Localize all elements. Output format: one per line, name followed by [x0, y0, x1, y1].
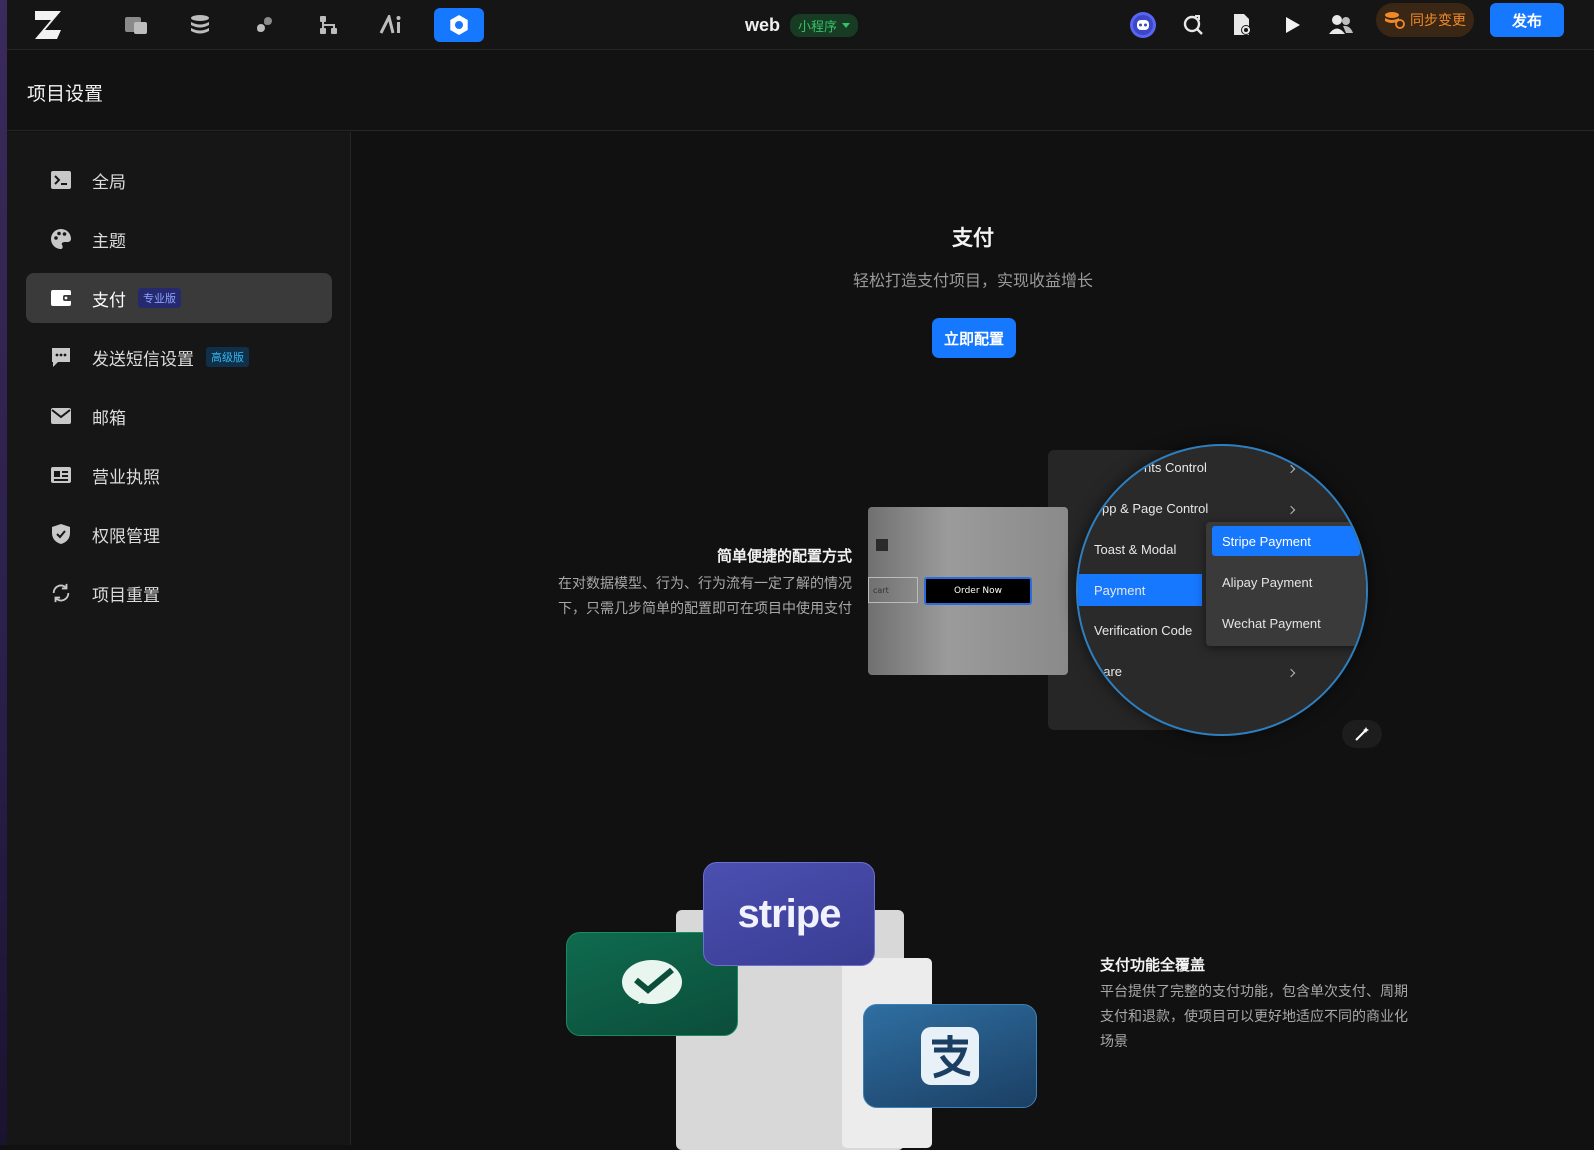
- sidebar-item-label: 全局: [92, 172, 126, 193]
- mock-cart-label: cart: [873, 585, 889, 595]
- platform-badge[interactable]: 小程序: [790, 13, 859, 37]
- sidebar-item-label: 发送短信设置: [92, 349, 194, 370]
- reset-icon: [50, 582, 72, 604]
- sidebar-item-permissions[interactable]: 权限管理: [26, 509, 332, 559]
- mock-swatch: [876, 539, 888, 551]
- project-title[interactable]: web 小程序: [745, 8, 859, 42]
- payment-providers-illustration: stripe: [566, 862, 1046, 1150]
- stripe-card: stripe: [703, 862, 875, 966]
- play-icon[interactable]: [1275, 8, 1309, 42]
- publish-button[interactable]: 发布: [1490, 3, 1564, 37]
- sidebar-item-label: 项目重置: [92, 585, 160, 606]
- section-title: 支付: [952, 226, 994, 250]
- settings-sidebar: 全局 主题 支付 专业版 发送短信设置 高级版 邮箱 营业执照 权限管理 项目重…: [7, 132, 351, 1145]
- sidebar-item-mail[interactable]: 邮箱: [26, 391, 332, 441]
- section-subtitle: 轻松打造支付项目，实现收益增长: [852, 271, 1093, 290]
- menu-magnifier: nts Control pp & Page Control Toast & Mo…: [1076, 444, 1368, 736]
- pro-badge: 专业版: [138, 288, 181, 308]
- terminal-icon: [50, 169, 72, 191]
- menu-item: Toast & Modal: [1094, 542, 1177, 557]
- palette-icon: [50, 228, 72, 250]
- mock-order-button: Order Now: [924, 577, 1032, 605]
- payment-submenu: Stripe Payment Alipay Payment Wechat Pay…: [1206, 522, 1366, 646]
- project-name: web: [745, 14, 781, 35]
- wechat-pay-icon: [622, 960, 682, 1004]
- window-edge: [0, 0, 7, 1145]
- top-toolbar: web 小程序 同步变更 发布: [7, 0, 1594, 50]
- wallet-icon: [50, 287, 72, 309]
- magic-wand-icon: [1342, 720, 1382, 748]
- chevron-right-icon: [1286, 668, 1296, 678]
- file-settings-icon[interactable]: [1225, 8, 1259, 42]
- page-header: 项目设置: [7, 51, 1594, 131]
- mock-cart-button: cart: [868, 577, 918, 603]
- page-title: 项目设置: [27, 83, 104, 105]
- sidebar-item-payment[interactable]: 支付 专业版: [26, 273, 332, 323]
- sync-changes-button[interactable]: 同步变更: [1376, 3, 1474, 37]
- users-icon[interactable]: [1324, 8, 1358, 42]
- config-illustration: cart Order Now nts Control pp & Page Con…: [868, 444, 1408, 750]
- license-icon: [50, 464, 72, 486]
- database-icon[interactable]: [183, 8, 217, 42]
- workflow-icon[interactable]: [311, 8, 345, 42]
- database-sync-icon: [1385, 12, 1405, 29]
- pages-icon[interactable]: [119, 8, 153, 42]
- menu-item: pp & Page Control: [1102, 501, 1209, 516]
- submenu-item: Alipay Payment: [1222, 574, 1313, 590]
- chevron-right-icon: [1286, 505, 1296, 515]
- sidebar-item-label: 主题: [92, 231, 126, 252]
- submenu-item: Wechat Payment: [1222, 615, 1321, 631]
- platform-badge-label: 小程序: [798, 19, 838, 35]
- sidebar-item-label: 权限管理: [92, 526, 160, 547]
- menu-item: Verification Code: [1094, 623, 1193, 638]
- alipay-card: [863, 1004, 1037, 1108]
- sidebar-item-label: 邮箱: [92, 408, 126, 429]
- advanced-badge: 高级版: [206, 347, 249, 367]
- mail-icon: [50, 405, 72, 427]
- ai-icon[interactable]: [375, 8, 409, 42]
- stripe-logo: stripe: [737, 891, 842, 936]
- sidebar-item-license[interactable]: 营业执照: [26, 450, 332, 500]
- sms-icon: [50, 346, 72, 368]
- chevron-right-icon: [1286, 464, 1296, 474]
- feature-config-title: 简单便捷的配置方式: [716, 547, 852, 565]
- sidebar-item-global[interactable]: 全局: [26, 155, 332, 205]
- menu-item: nts Control: [1144, 460, 1207, 475]
- sidebar-item-label: 支付: [92, 290, 126, 311]
- search-refresh-icon[interactable]: [1176, 8, 1210, 42]
- menu-item: hare: [1096, 664, 1123, 679]
- configure-now-button[interactable]: 立即配置: [932, 318, 1016, 358]
- sidebar-item-reset[interactable]: 项目重置: [26, 568, 332, 618]
- app-logo[interactable]: [31, 6, 69, 44]
- sidebar-item-label: 营业执照: [92, 467, 160, 488]
- payment-settings-panel: 支付 轻松打造支付项目，实现收益增长 立即配置 cart Order Now n…: [352, 132, 1594, 1150]
- sync-changes-label: 同步变更: [1410, 13, 1466, 29]
- chevron-down-icon: [842, 22, 851, 28]
- menu-item-payment: Payment: [1078, 574, 1202, 606]
- feature-coverage-desc: 平台提供了完整的支付功能，包含单次支付、周期支付和退款，使项目可以更好地适应不同…: [1100, 984, 1408, 1050]
- feature-config-desc: 在对数据模型、行为、行为流有一定了解的情况下，只需几步简单的配置即可在项目中使用…: [558, 576, 852, 617]
- submenu-item: Stripe Payment: [1212, 526, 1360, 556]
- feature-coverage-title: 支付功能全覆盖: [1100, 956, 1206, 974]
- sidebar-item-theme[interactable]: 主题: [26, 214, 332, 264]
- sidebar-item-sms[interactable]: 发送短信设置 高级版: [26, 332, 332, 382]
- settings-icon[interactable]: [434, 8, 484, 42]
- mock-product-page: cart Order Now: [868, 507, 1068, 675]
- alipay-icon: [921, 1027, 979, 1085]
- discord-icon[interactable]: [1126, 8, 1160, 42]
- plugin-icon[interactable]: [247, 8, 281, 42]
- shield-icon: [50, 523, 72, 545]
